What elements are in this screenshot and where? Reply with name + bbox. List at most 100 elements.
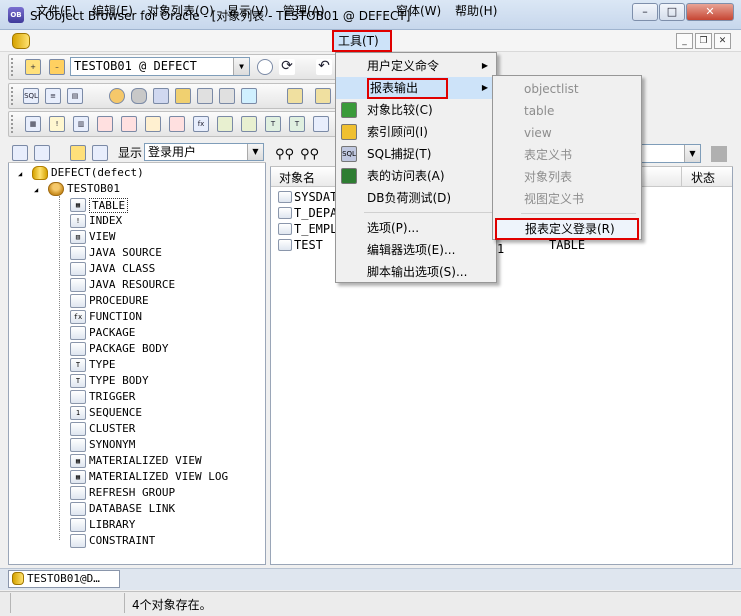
user-icon[interactable] [109,88,125,104]
cell-name: T_DEPA [294,206,338,220]
header-status[interactable]: 状态 [691,169,715,186]
java-source-icon[interactable] [97,116,113,132]
chevron-down-icon[interactable]: ▼ [684,145,700,162]
connection-select[interactable]: TESTOB01 @ DEFECT ▼ [70,57,250,76]
sql-icon[interactable]: SQL [23,88,39,104]
menu-item-editor-options[interactable]: 编辑器选项(E)... [336,239,496,261]
cell-name: TEST [294,238,323,252]
show-select[interactable]: 登录用户 ▼ [144,143,264,161]
header-divider [681,167,682,187]
show-label: 显示 [118,146,143,160]
item-cluster-icon [70,422,86,436]
minimize-button[interactable]: – [632,3,658,21]
disconnect-icon[interactable]: – [49,59,65,75]
object-tree: ◢ DEFECT(defect) ◢ TESTOB01 ▦ TABLE! INDEX ▥ VIE… [12,166,264,562]
menu-item-index-advisor[interactable]: 索引顾问(I) [336,121,496,143]
java-class-icon[interactable] [121,116,137,132]
cell-name: T_EMPL [294,222,338,236]
procedure-icon[interactable] [169,116,185,132]
menu-view[interactable]: 显示(V) [223,2,273,20]
tree-label: LIBRARY [89,518,136,531]
sql-capture-icon: SQL [341,146,357,162]
database-icon [12,572,24,585]
header-name[interactable]: 对象名 [279,169,315,186]
menu-window[interactable]: 窗体(W) [392,2,445,20]
menu-item-options[interactable]: 选项(P)... [336,217,496,239]
menu-manage[interactable]: 管理(A) [279,2,329,20]
copy-icon[interactable] [219,88,235,104]
expand-icon[interactable]: ◢ [18,168,22,181]
table-icon [278,223,292,235]
package-body-icon[interactable] [241,116,257,132]
mdi-doc-icon[interactable] [12,33,30,49]
expand-icon[interactable]: ◢ [34,184,38,197]
schema-filter-icon[interactable] [70,145,86,161]
chevron-down-icon[interactable]: ▼ [247,144,263,160]
session-icon[interactable] [153,88,169,104]
view-icon[interactable]: ▥ [73,116,89,132]
find-next-icon[interactable]: ⚲⚲ [300,147,319,162]
menu-separator [521,213,636,214]
tree-label: MATERIALIZED VIEW [89,454,202,467]
mdi-close-button[interactable]: ✕ [714,33,731,49]
menu-edit[interactable]: 编辑(E) [88,2,137,20]
tree-label: PACKAGE BODY [89,342,169,355]
item-materialized-view-log-icon: ▦ [70,470,86,484]
database-icon[interactable] [131,88,147,104]
type-body-icon[interactable]: T [289,116,305,132]
window-icon[interactable]: ▤ [67,88,83,104]
mdi-minimize-button[interactable]: _ [676,33,693,49]
menu-help[interactable]: 帮助(H) [451,2,501,20]
menu-tools[interactable]: 工具(T) [332,30,392,52]
trigger-icon[interactable] [313,116,329,132]
submenu-item-report-definition-register[interactable]: 报表定义登录(R) [495,218,639,240]
type-icon[interactable]: T [265,116,281,132]
export-icon[interactable] [241,88,257,104]
java-resource-icon[interactable] [145,116,161,132]
menu-item-sql-capture[interactable]: SQL捕捉(T) SQL [336,143,496,165]
refresh-icon[interactable]: ⟳ [279,59,295,75]
tab-object-list[interactable]: TESTOB01@D… [8,570,120,588]
tab-label: TESTOB01@D… [27,572,100,585]
menu-item-label: 表的访问表(A) [367,169,445,183]
maximize-button[interactable]: □ [659,3,685,21]
menu-object-list[interactable]: 对象列表(O) [143,2,218,20]
menu-item-label: view [524,126,552,140]
mdi-restore-button[interactable]: ❐ [695,33,712,49]
function-icon[interactable]: fx [193,116,209,132]
menu-item-db-load-test[interactable]: DB负荷测试(D) [336,187,496,209]
table-icon[interactable]: ▦ [25,116,41,132]
item-java-resource-icon [70,278,86,292]
lock-icon[interactable] [175,88,191,104]
tablespace-icon[interactable] [197,88,213,104]
compare-icon[interactable] [315,88,331,104]
package-icon[interactable] [217,116,233,132]
find-icon[interactable]: ⚲⚲ [275,147,294,162]
menu-item-report-output[interactable]: 报表输出 ▶ [336,77,496,99]
item-package-icon [70,326,86,340]
object-compare-icon [341,102,357,118]
chevron-down-icon[interactable]: ▼ [233,58,249,75]
tree-list-icon[interactable] [34,145,50,161]
item-package-body-icon [70,342,86,356]
connect-icon[interactable]: + [25,59,41,75]
menu-item-user-command[interactable]: 用户定义命令 ▶ [336,55,496,77]
tree-label: FUNCTION [89,310,142,323]
tree-view-icon[interactable] [12,145,28,161]
category-filter-icon[interactable] [92,145,108,161]
close-button[interactable]: ✕ [686,3,734,21]
menu-file[interactable]: 文件(F) [32,2,80,20]
table-icon [278,191,292,203]
menu-item-script-output-options[interactable]: 脚本输出选项(S)... [336,261,496,283]
tree-label: PACKAGE [89,326,136,339]
menu-item-object-compare[interactable]: 对象比较(C) [336,99,496,121]
script-icon[interactable]: ≡ [45,88,61,104]
table-access-icon [341,168,357,184]
table-icon [278,207,292,219]
circle-icon[interactable] [257,59,273,75]
index-icon[interactable]: ! [49,116,65,132]
stop-icon[interactable] [711,146,727,162]
import-icon[interactable] [287,88,303,104]
undo-icon[interactable]: ↶ [316,59,332,75]
menu-item-table-access[interactable]: 表的访问表(A) [336,165,496,187]
